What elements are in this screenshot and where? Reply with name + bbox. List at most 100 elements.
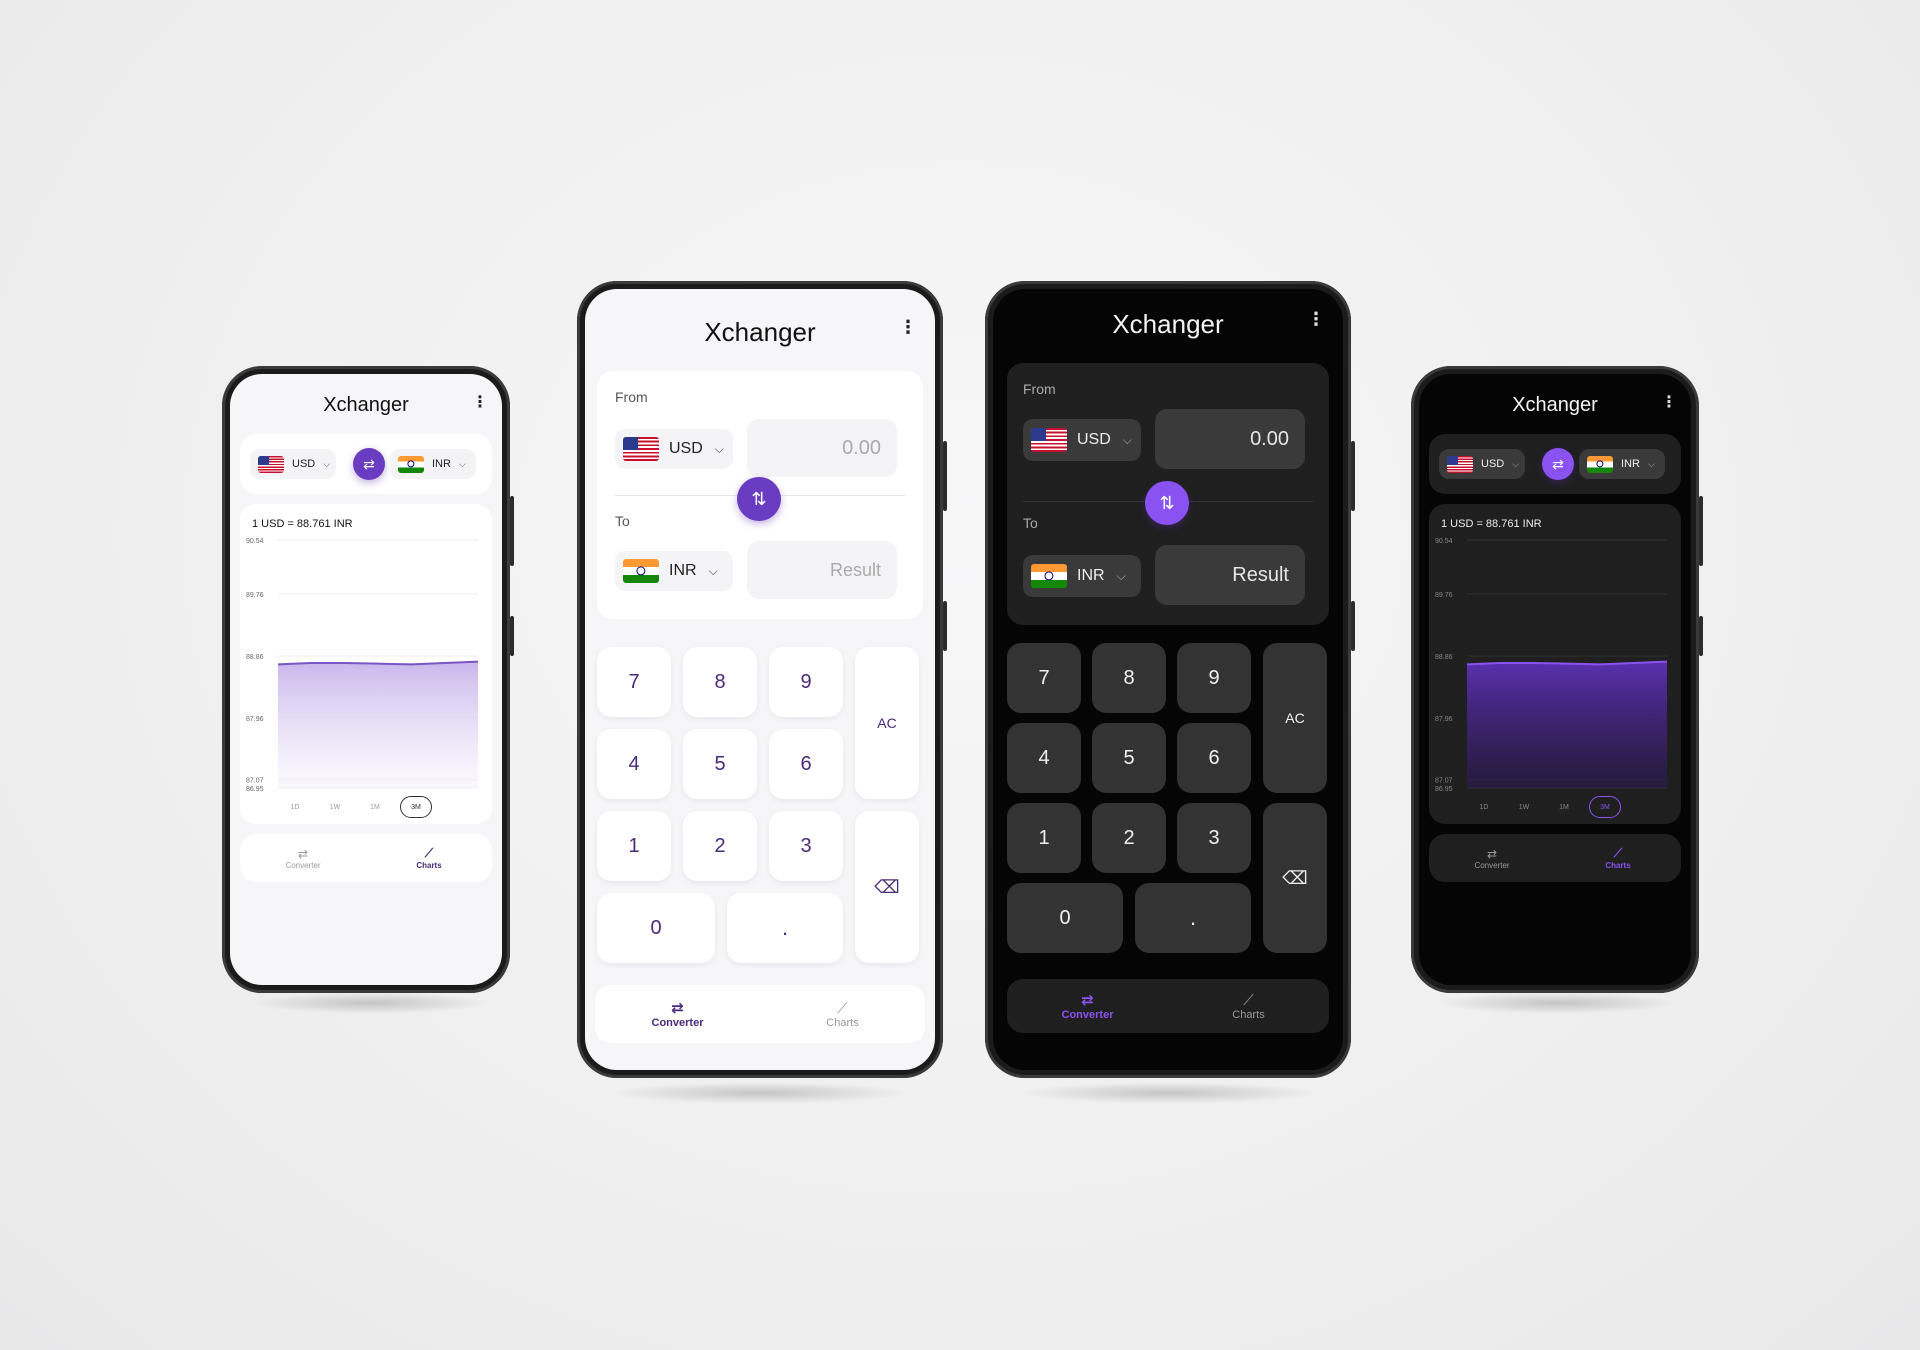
swap-direction-button[interactable]: ⇅ bbox=[1145, 481, 1189, 525]
key-7[interactable]: 7 bbox=[597, 647, 671, 717]
from-currency-select[interactable]: USD ⌵ bbox=[250, 449, 336, 479]
nav-converter[interactable]: ⇄ Converter bbox=[1007, 979, 1168, 1033]
nav-converter[interactable]: ⇄ Converter bbox=[595, 985, 760, 1043]
range-tab-3m[interactable]: 3M bbox=[400, 796, 432, 818]
bottom-nav: ⇄ Converter ⟋ Charts bbox=[1007, 979, 1329, 1033]
from-currency-code: USD bbox=[1481, 458, 1505, 470]
nav-charts-label: Charts bbox=[1232, 1008, 1265, 1021]
key-5[interactable]: 5 bbox=[1092, 723, 1166, 793]
y-tick-label: 87.96 bbox=[246, 716, 264, 723]
y-tick-label: 89.76 bbox=[246, 592, 264, 599]
key-9[interactable]: 9 bbox=[769, 647, 843, 717]
more-options-icon[interactable]: ⋮ bbox=[1661, 392, 1677, 412]
to-currency-select[interactable]: INR ⌵ bbox=[1579, 449, 1665, 479]
phone-dark-converter: Xchanger ⋮ From USD ⌵ 0.00 ⇅ To INR ⌵ Re… bbox=[985, 281, 1355, 1078]
key-1[interactable]: 1 bbox=[597, 811, 671, 881]
from-label: From bbox=[615, 389, 648, 405]
swap-direction-button[interactable]: ⇅ bbox=[737, 477, 781, 521]
result-output: Result bbox=[1155, 545, 1305, 605]
from-amount-input[interactable]: 0.00 bbox=[1155, 409, 1305, 469]
india-flag-icon bbox=[623, 559, 659, 583]
screen: Xchanger ⋮ USD ⌵ ⇄ INR ⌵ 1 USD = 88.761 … bbox=[1419, 374, 1691, 985]
phone-light-charts: Xchanger ⋮ USD ⌵ ⇄ INR ⌵ 1 USD = 88.761 … bbox=[222, 366, 514, 993]
from-currency-select[interactable]: USD ⌵ bbox=[615, 429, 733, 469]
nav-charts-label: Charts bbox=[826, 1016, 859, 1029]
to-currency-code: INR bbox=[432, 458, 451, 470]
nav-charts[interactable]: ⟋ Charts bbox=[1168, 979, 1329, 1033]
nav-converter[interactable]: ⇄ Converter bbox=[1429, 834, 1555, 882]
result-output: Result bbox=[747, 541, 897, 599]
from-amount-placeholder: 0.00 bbox=[842, 436, 881, 459]
chevron-down-icon: ⌵ bbox=[458, 458, 466, 469]
y-tick-label: 86.95 bbox=[246, 786, 264, 793]
more-options-icon[interactable]: ⋮ bbox=[899, 317, 917, 338]
key-clear[interactable]: AC bbox=[1263, 643, 1327, 793]
nav-converter[interactable]: ⇄ Converter bbox=[240, 834, 366, 882]
swap-currencies-button[interactable]: ⇄ bbox=[1542, 448, 1574, 480]
to-currency-code: INR bbox=[1621, 458, 1640, 470]
nav-converter-label: Converter bbox=[1061, 1009, 1114, 1021]
key-backspace[interactable]: ⌫ bbox=[1263, 803, 1327, 953]
range-tab-1d[interactable]: 1D bbox=[1469, 796, 1499, 818]
more-options-icon[interactable]: ⋮ bbox=[1307, 309, 1325, 330]
to-label: To bbox=[1023, 515, 1038, 531]
chevron-down-icon: ⌵ bbox=[1647, 458, 1655, 469]
from-currency-select[interactable]: USD ⌵ bbox=[1023, 419, 1141, 461]
key-4[interactable]: 4 bbox=[597, 729, 671, 799]
key-0[interactable]: 0 bbox=[1007, 883, 1123, 953]
exchange-rate-text: 1 USD = 88.761 INR bbox=[252, 518, 353, 530]
key-8[interactable]: 8 bbox=[1092, 643, 1166, 713]
key-2[interactable]: 2 bbox=[1092, 803, 1166, 873]
range-tab-3m[interactable]: 3M bbox=[1589, 796, 1621, 818]
nav-charts-label: Charts bbox=[1605, 861, 1631, 870]
phone-dark-charts: Xchanger ⋮ USD ⌵ ⇄ INR ⌵ 1 USD = 88.761 … bbox=[1411, 366, 1703, 993]
key-9[interactable]: 9 bbox=[1177, 643, 1251, 713]
key-0[interactable]: 0 bbox=[597, 893, 715, 963]
chevron-down-icon: ⌵ bbox=[1116, 568, 1126, 583]
key-2[interactable]: 2 bbox=[683, 811, 757, 881]
nav-charts[interactable]: ⟋ Charts bbox=[1555, 834, 1681, 882]
to-currency-select[interactable]: INR ⌵ bbox=[1023, 555, 1141, 597]
trend-chart-icon: ⟋ bbox=[424, 846, 434, 860]
app-title: Xchanger bbox=[1112, 309, 1224, 339]
range-tab-1w[interactable]: 1W bbox=[1509, 796, 1539, 818]
key-decimal[interactable]: . bbox=[1135, 883, 1251, 953]
y-tick-label: 90.54 bbox=[1435, 538, 1453, 545]
y-tick-label: 88.86 bbox=[1435, 654, 1453, 661]
key-6[interactable]: 6 bbox=[1177, 723, 1251, 793]
range-tab-1m[interactable]: 1M bbox=[360, 796, 390, 818]
app-title: Xchanger bbox=[323, 394, 409, 416]
backspace-icon: ⌫ bbox=[1282, 867, 1308, 888]
to-currency-select[interactable]: INR ⌵ bbox=[615, 551, 733, 591]
conversion-card: From USD ⌵ 0.00 ⇅ To INR ⌵ Result bbox=[1007, 363, 1329, 625]
key-7[interactable]: 7 bbox=[1007, 643, 1081, 713]
from-currency-code: USD bbox=[669, 440, 703, 457]
key-1[interactable]: 1 bbox=[1007, 803, 1081, 873]
trend-chart-icon: ⟋ bbox=[1613, 846, 1623, 860]
key-decimal[interactable]: . bbox=[727, 893, 843, 963]
key-backspace[interactable]: ⌫ bbox=[855, 811, 919, 963]
to-currency-select[interactable]: INR ⌵ bbox=[390, 449, 476, 479]
range-tab-1d[interactable]: 1D bbox=[280, 796, 310, 818]
y-tick-label: 86.95 bbox=[1435, 786, 1453, 793]
chevron-down-icon: ⌵ bbox=[1122, 432, 1132, 447]
key-3[interactable]: 3 bbox=[769, 811, 843, 881]
key-3[interactable]: 3 bbox=[1177, 803, 1251, 873]
india-flag-icon bbox=[1587, 455, 1613, 473]
from-currency-select[interactable]: USD ⌵ bbox=[1439, 449, 1525, 479]
range-tab-1m[interactable]: 1M bbox=[1549, 796, 1579, 818]
range-tab-1w[interactable]: 1W bbox=[320, 796, 350, 818]
nav-charts[interactable]: ⟋ Charts bbox=[366, 834, 492, 882]
key-4[interactable]: 4 bbox=[1007, 723, 1081, 793]
swap-currencies-button[interactable]: ⇄ bbox=[353, 448, 385, 480]
more-options-icon[interactable]: ⋮ bbox=[472, 392, 488, 412]
key-5[interactable]: 5 bbox=[683, 729, 757, 799]
swap-arrows-icon: ⇄ bbox=[1486, 846, 1498, 861]
nav-converter-label: Converter bbox=[285, 860, 321, 870]
rate-area bbox=[278, 661, 478, 788]
key-8[interactable]: 8 bbox=[683, 647, 757, 717]
nav-charts[interactable]: ⟋ Charts bbox=[760, 985, 925, 1043]
key-6[interactable]: 6 bbox=[769, 729, 843, 799]
key-clear[interactable]: AC bbox=[855, 647, 919, 799]
from-amount-input[interactable]: 0.00 bbox=[747, 419, 897, 477]
